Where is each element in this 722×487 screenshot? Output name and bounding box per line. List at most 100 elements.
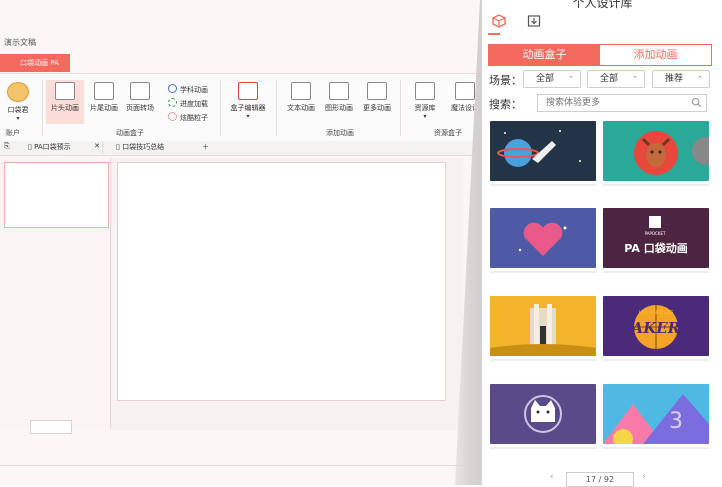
new-tab-button[interactable]: ＋: [202, 142, 209, 154]
sort-filter-dropdown[interactable]: 推荐 ⌃: [652, 70, 710, 88]
outro-animation-label: 片尾动画: [90, 104, 118, 112]
clapper-icon: [94, 82, 114, 100]
outro-animation-button[interactable]: 片尾动画: [85, 80, 123, 124]
save-icon[interactable]: ⎘: [4, 142, 10, 154]
text-animation-button[interactable]: 文本动画: [282, 80, 320, 124]
ribbon: 口袋君 ▾ 账户 片头动画 片尾动画 页面转场 学科动画 进度加载 炫酷粒子 动…: [0, 73, 480, 142]
card-brand-text: PAPOCKET: [645, 231, 666, 236]
transition-icon: [130, 82, 150, 100]
chevron-down-icon: ⌃: [697, 75, 703, 83]
separator: [42, 80, 43, 136]
tab-pocket-animation-label: 口袋动画 PA: [20, 59, 59, 67]
document-tab-label: PA口袋预示: [34, 143, 71, 151]
chevron-down-icon: ▾: [246, 113, 250, 120]
group-label-animation-box: 动画盒子: [116, 129, 144, 137]
tab-pocket-animation[interactable]: 口袋动画 PA: [0, 54, 70, 72]
magic-icon: [455, 82, 475, 100]
shape-icon: [329, 82, 349, 100]
resource-library-button[interactable]: 资源库 ▾: [406, 80, 444, 124]
animation-card-heart[interactable]: [490, 208, 596, 268]
group-label-account: 账户: [6, 129, 20, 137]
download-box-icon[interactable]: [527, 14, 541, 31]
document-title: 演示文稿: [4, 38, 36, 47]
animation-card-castle[interactable]: [490, 296, 596, 356]
particles-icon: [168, 112, 177, 121]
search-input[interactable]: [544, 97, 688, 109]
sort-filter-value: 推荐: [665, 74, 684, 84]
more-animation-label: 更多动画: [363, 104, 391, 112]
animation-card-gradient[interactable]: 3: [603, 384, 709, 444]
page-separator: /: [598, 475, 602, 484]
progress-load-button[interactable]: 进度加载: [168, 98, 208, 109]
page-transition-label: 页面转场: [126, 104, 154, 112]
intro-animation-button[interactable]: 片头动画: [46, 80, 84, 124]
animation-card-cat[interactable]: [490, 384, 596, 444]
page-transition-button[interactable]: 页面转场: [121, 80, 159, 124]
play-icon: [55, 82, 75, 100]
chevron-down-icon: ▾: [16, 115, 20, 122]
status-bar: [0, 465, 480, 485]
notes-toggle[interactable]: [30, 420, 72, 434]
page-current: 17: [585, 475, 597, 484]
tab-animation-box[interactable]: 动画盒子: [489, 45, 600, 65]
group-label-add-animation: 添加动画: [326, 129, 354, 137]
chevron-down-icon: ▾: [423, 113, 427, 120]
separator: [400, 80, 401, 136]
slide-thumbnail[interactable]: [4, 162, 109, 228]
close-icon[interactable]: ✕: [94, 142, 100, 150]
scene-filter-dropdown[interactable]: 全部 ⌃: [523, 70, 581, 88]
search-icon[interactable]: [691, 97, 702, 108]
chevron-right-icon[interactable]: ›: [642, 472, 646, 482]
chevron-down-icon: ⌃: [568, 75, 574, 83]
panel-title: 个人设计库: [572, 0, 633, 10]
account-button[interactable]: 口袋君 ▾: [0, 80, 36, 124]
more-animation-button[interactable]: 更多动画: [358, 80, 396, 124]
search-label: 搜索：: [489, 98, 522, 111]
tab-add-animation[interactable]: 添加动画: [600, 45, 711, 65]
chevron-left-icon[interactable]: ‹: [550, 472, 554, 482]
category-filter-dropdown[interactable]: 全部 ⌃: [587, 70, 645, 88]
chevron-down-icon: ⌃: [632, 75, 638, 83]
card-title-text: PA 口袋动画: [624, 241, 687, 255]
box-icon[interactable]: [492, 14, 506, 31]
box-editor-label: 盒子编辑器: [230, 104, 266, 112]
card-divider: [490, 359, 596, 361]
slide-canvas[interactable]: [117, 162, 446, 401]
progress-load-label: 进度加载: [180, 100, 208, 108]
animation-card-pa-pocket[interactable]: PAPOCKET PA 口袋动画: [603, 208, 709, 268]
box-editor-button[interactable]: 盒子编辑器 ▾: [226, 80, 270, 124]
scene-filter-value: 全部: [536, 74, 555, 84]
svg-text:3: 3: [669, 409, 683, 434]
document-tab[interactable]: ▯ PA口袋预示 ✕: [28, 142, 103, 154]
star-icon: [168, 84, 177, 93]
card-divider: [603, 184, 709, 186]
subject-animation-label: 学科动画: [180, 86, 208, 94]
document-tab-label: 口袋技巧总结: [122, 143, 165, 151]
pagination: ‹ 17 / 92 ›: [542, 472, 692, 487]
page-total: 92: [603, 475, 615, 484]
shape-animation-label: 图形动画: [325, 104, 353, 112]
presentation-app: 演示文稿 口袋动画 PA 口袋君 ▾ 账户 片头动画 片尾动画 页面转场 学科动…: [0, 0, 480, 485]
grid-icon: [367, 82, 387, 100]
animation-card-lakers[interactable]: LOS ANGELES LAKERS: [603, 296, 709, 356]
subject-animation-button[interactable]: 学科动画: [168, 84, 208, 95]
search-field[interactable]: [537, 94, 707, 112]
account-avatar-icon: [7, 82, 29, 102]
animation-card-rocket[interactable]: [490, 121, 596, 181]
library-icon: [415, 82, 435, 100]
document-tab[interactable]: ▯ 口袋技巧总结: [116, 142, 196, 154]
cool-particles-label: 炫酷粒子: [180, 114, 208, 122]
account-label: 口袋君: [7, 106, 29, 114]
separator: [220, 80, 221, 136]
card-subtitle-text: LOS ANGELES: [639, 310, 674, 316]
cool-particles-button[interactable]: 炫酷粒子: [168, 112, 208, 123]
category-filter-value: 全部: [600, 74, 619, 84]
card-divider: [603, 447, 709, 449]
active-topic-indicator: [488, 33, 500, 35]
resource-library-label: 资源库: [414, 104, 436, 112]
panel-tabs: 动画盒子 添加动画: [488, 44, 712, 66]
animation-card-deer[interactable]: [603, 121, 709, 181]
cube-icon: [238, 82, 258, 100]
shape-animation-button[interactable]: 图形动画: [320, 80, 358, 124]
card-divider: [490, 271, 596, 273]
